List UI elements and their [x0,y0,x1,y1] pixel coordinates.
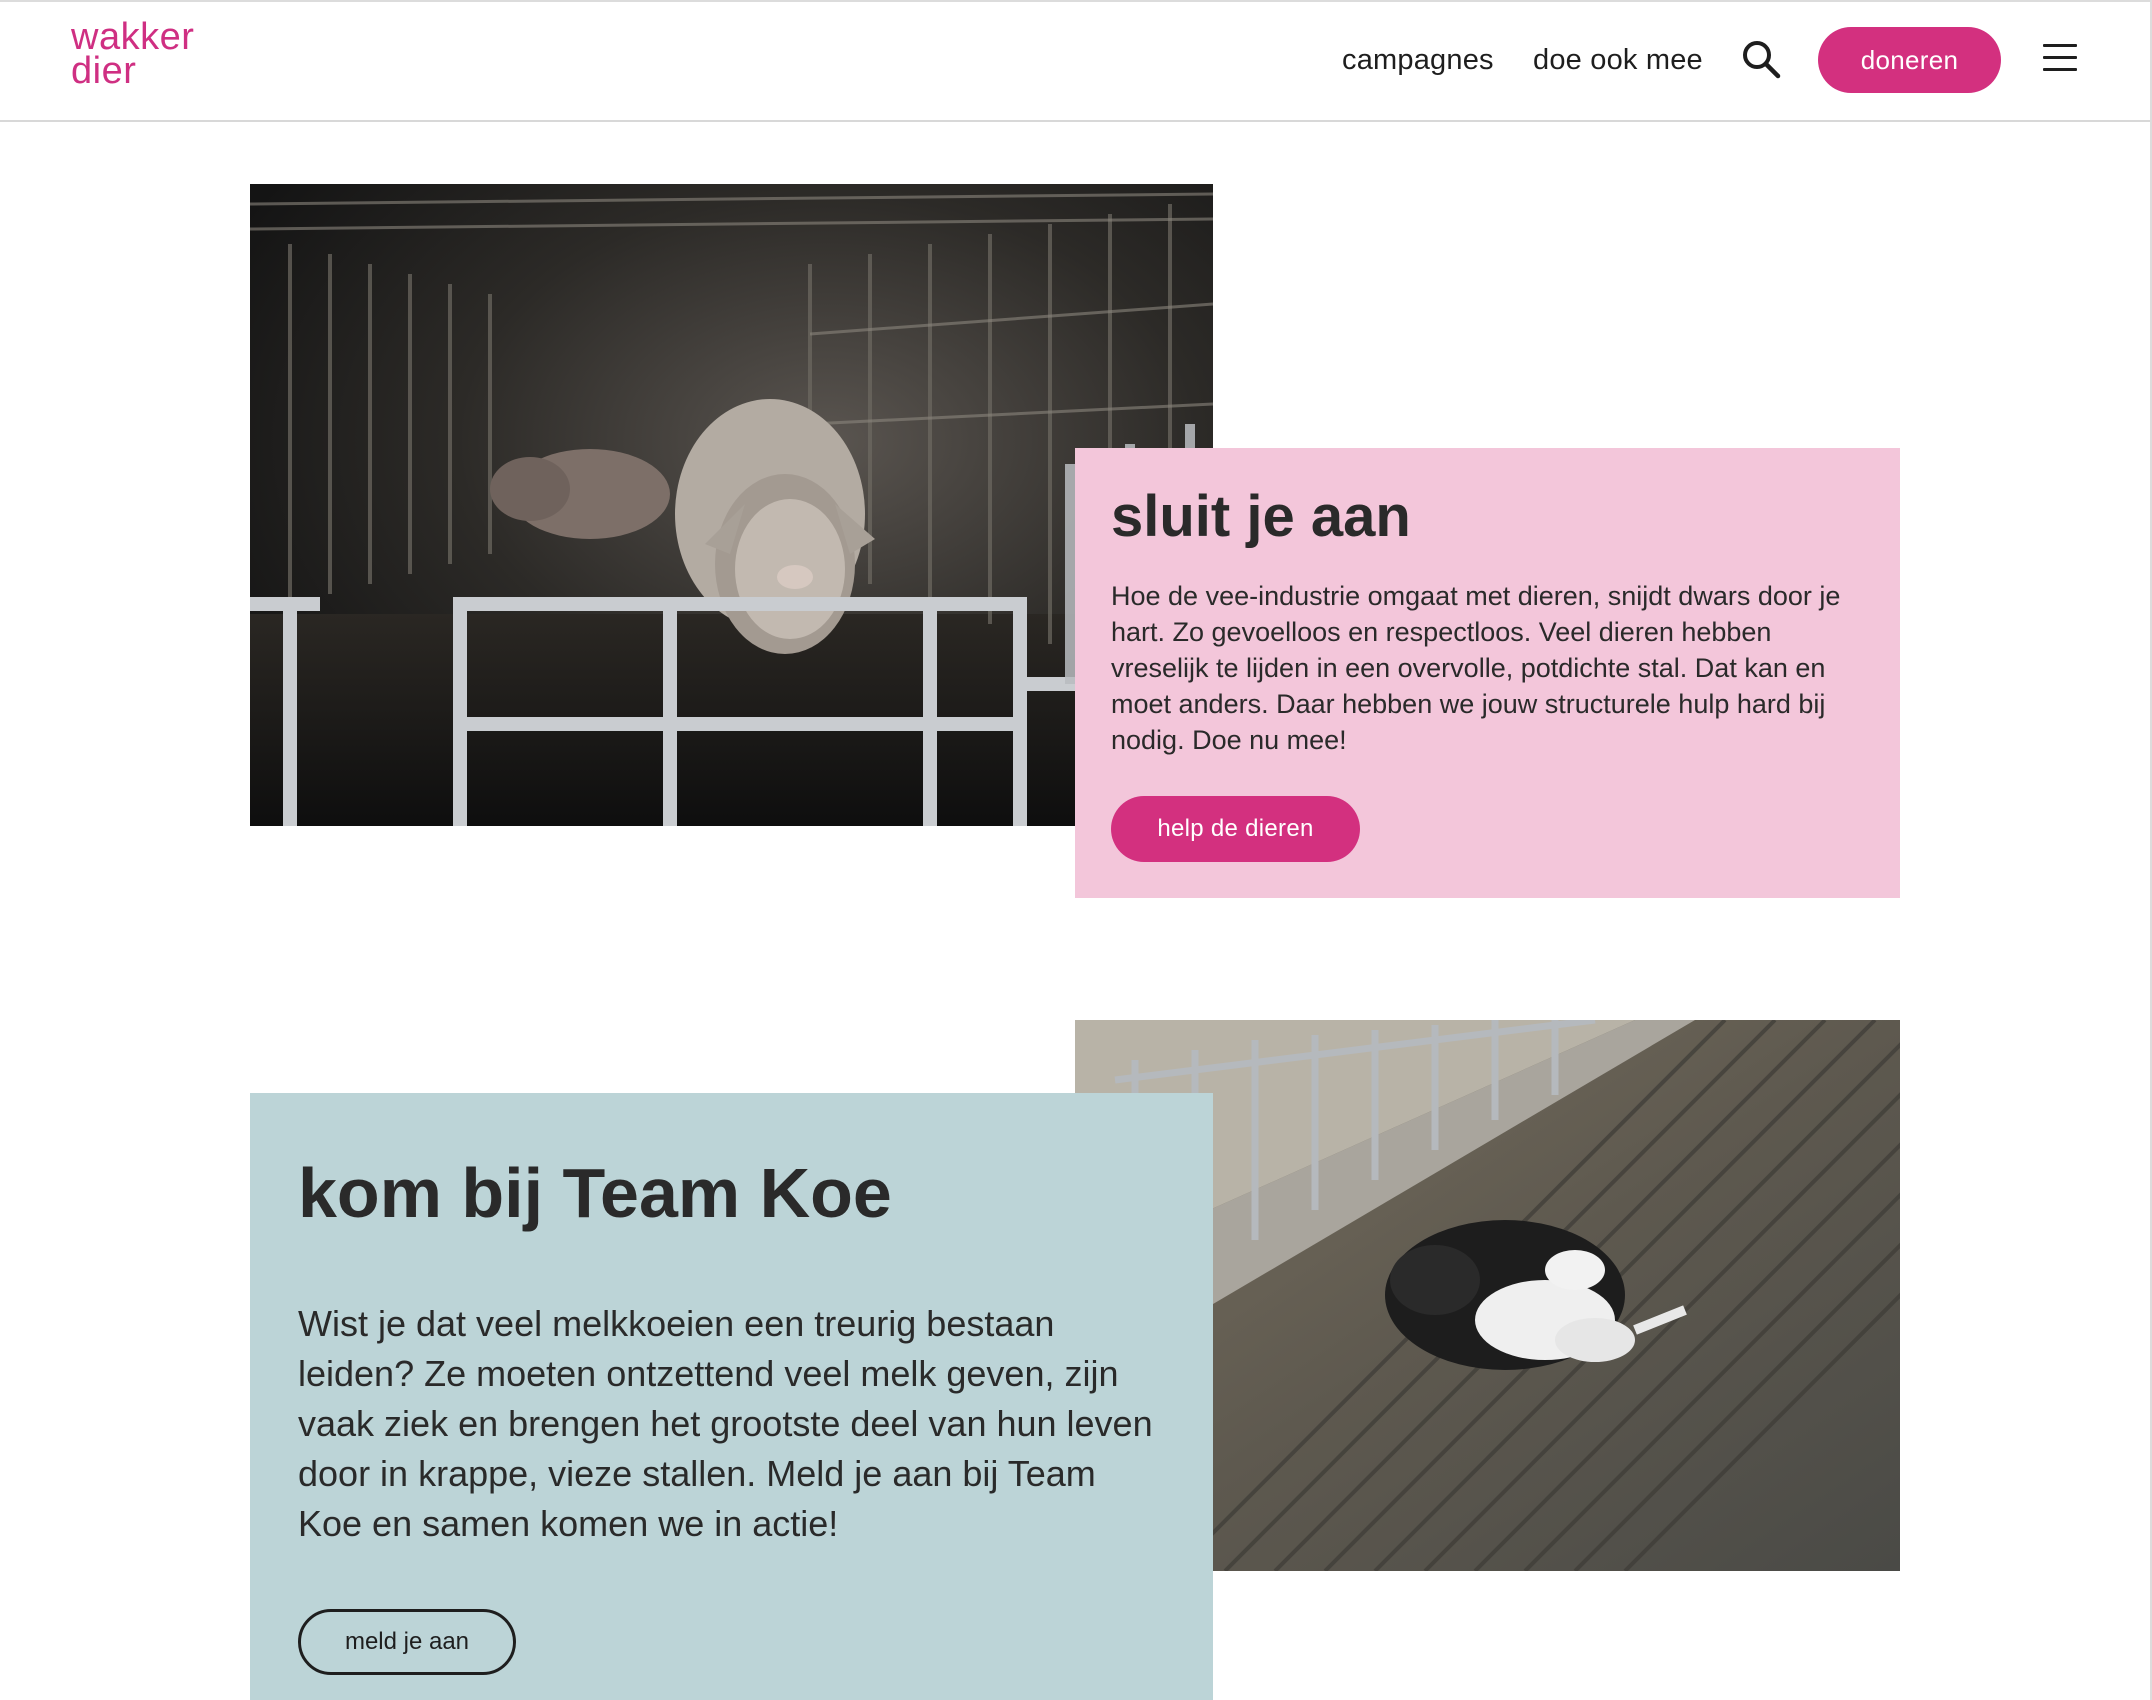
join-card-text: Hoe de vee-industrie omgaat met dieren, … [1111,581,1841,755]
team-koe-card-title: kom bij Team Koe [298,1154,892,1232]
donate-button[interactable]: doneren [1818,27,2001,93]
nav-doe-ook-mee[interactable]: doe ook mee [1533,44,1703,77]
logo-line-2: dier [71,50,137,92]
search-icon[interactable] [1740,38,1782,80]
meld-je-aan-button[interactable]: meld je aan [298,1609,516,1675]
team-koe-card: kom bij Team Koe Wist je dat veel melkko… [250,1093,1213,1700]
join-card: sluit je aan Hoe de vee-industrie omgaat… [1075,448,1900,898]
header-top-border [0,0,2152,2]
nav-campagnes[interactable]: campagnes [1342,44,1494,77]
site-header: wakker dier campagnes doe ook mee donere… [0,0,2152,122]
logo-line-1: wakker [71,16,195,58]
team-koe-card-text: Wist je dat veel melkkoeien een treurig … [298,1303,1153,1544]
help-de-dieren-button[interactable]: help de dieren [1111,796,1360,862]
hamburger-menu-icon[interactable] [2043,44,2077,74]
join-card-title: sluit je aan [1111,484,1411,549]
wakker-dier-logo[interactable]: wakker dier [71,16,195,92]
pig-stall-photo [250,184,1213,826]
